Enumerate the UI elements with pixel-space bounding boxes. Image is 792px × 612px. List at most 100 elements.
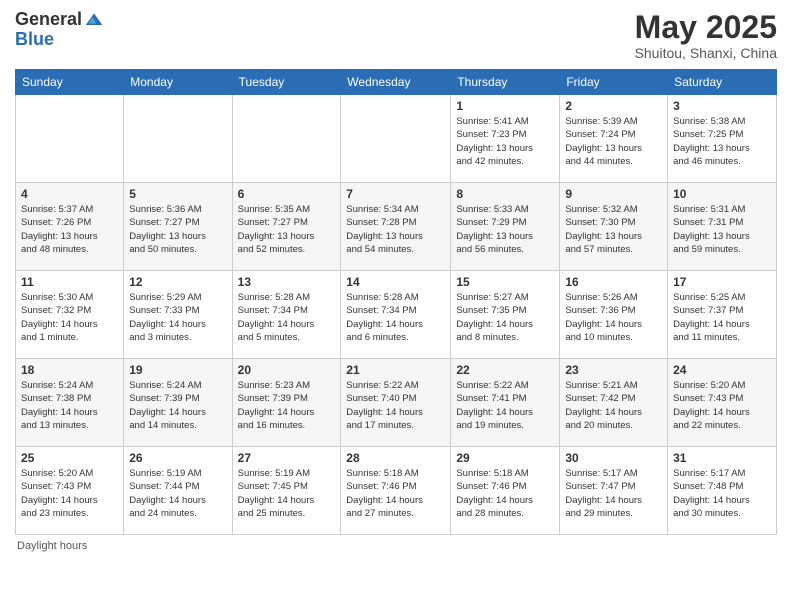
calendar-cell: 11 Sunrise: 5:30 AM Sunset: 7:32 PM Dayli… xyxy=(16,271,124,359)
day-info: Sunrise: 5:18 AM Sunset: 7:46 PM Dayligh… xyxy=(456,467,554,520)
day-number: 6 xyxy=(238,187,336,201)
calendar-cell: 4 Sunrise: 5:37 AM Sunset: 7:26 PM Daylig… xyxy=(16,183,124,271)
day-info: Sunrise: 5:22 AM Sunset: 7:41 PM Dayligh… xyxy=(456,379,554,432)
day-number: 3 xyxy=(673,99,771,113)
calendar-cell: 20 Sunrise: 5:23 AM Sunset: 7:39 PM Dayli… xyxy=(232,359,341,447)
day-number: 8 xyxy=(456,187,554,201)
day-number: 30 xyxy=(565,451,662,465)
day-number: 11 xyxy=(21,275,118,289)
calendar-cell xyxy=(124,95,232,183)
day-number: 17 xyxy=(673,275,771,289)
calendar-table: SundayMondayTuesdayWednesdayThursdayFrid… xyxy=(15,69,777,535)
day-number: 12 xyxy=(129,275,226,289)
calendar-cell xyxy=(232,95,341,183)
day-number: 28 xyxy=(346,451,445,465)
calendar-cell: 16 Sunrise: 5:26 AM Sunset: 7:36 PM Dayli… xyxy=(560,271,668,359)
day-number: 5 xyxy=(129,187,226,201)
calendar-cell: 9 Sunrise: 5:32 AM Sunset: 7:30 PM Daylig… xyxy=(560,183,668,271)
calendar-cell xyxy=(341,95,451,183)
day-info: Sunrise: 5:22 AM Sunset: 7:40 PM Dayligh… xyxy=(346,379,445,432)
calendar-cell: 6Sunrise: 5:35 AM Sunset: 7:27 PM Daylig… xyxy=(232,183,341,271)
day-number: 10 xyxy=(673,187,771,201)
calendar-cell: 30 Sunrise: 5:17 AM Sunset: 7:47 PM Dayli… xyxy=(560,447,668,535)
day-info: Sunrise: 5:24 AM Sunset: 7:39 PM Dayligh… xyxy=(129,379,226,432)
weekday-header-sunday: Sunday xyxy=(16,70,124,95)
day-number: 18 xyxy=(21,363,118,377)
day-number: 2 xyxy=(565,99,662,113)
calendar-cell: 31 Sunrise: 5:17 AM Sunset: 7:48 PM Dayli… xyxy=(668,447,777,535)
day-info: Sunrise: 5:26 AM Sunset: 7:36 PM Dayligh… xyxy=(565,291,662,344)
weekday-header-row: SundayMondayTuesdayWednesdayThursdayFrid… xyxy=(16,70,777,95)
day-info: Sunrise: 5:17 AM Sunset: 7:48 PM Dayligh… xyxy=(673,467,771,520)
header: General Blue May 2025 Shuitou, Shanxi, C… xyxy=(15,10,777,61)
day-number: 31 xyxy=(673,451,771,465)
day-number: 25 xyxy=(21,451,118,465)
weekday-header-thursday: Thursday xyxy=(451,70,560,95)
day-number: 20 xyxy=(238,363,336,377)
day-info: Sunrise: 5:23 AM Sunset: 7:39 PM Dayligh… xyxy=(238,379,336,432)
day-number: 29 xyxy=(456,451,554,465)
day-info: Sunrise: 5:41 AM Sunset: 7:23 PM Dayligh… xyxy=(456,115,554,168)
calendar-cell: 19Sunrise: 5:24 AM Sunset: 7:39 PM Dayli… xyxy=(124,359,232,447)
calendar-cell: 28Sunrise: 5:18 AM Sunset: 7:46 PM Dayli… xyxy=(341,447,451,535)
day-number: 13 xyxy=(238,275,336,289)
calendar-cell: 8 Sunrise: 5:33 AM Sunset: 7:29 PM Daylig… xyxy=(451,183,560,271)
day-info: Sunrise: 5:27 AM Sunset: 7:35 PM Dayligh… xyxy=(456,291,554,344)
day-number: 9 xyxy=(565,187,662,201)
daylight-label: Daylight hours xyxy=(17,540,87,552)
calendar-cell: 27 Sunrise: 5:19 AM Sunset: 7:45 PM Dayli… xyxy=(232,447,341,535)
title-block: May 2025 Shuitou, Shanxi, China xyxy=(635,10,777,61)
weekday-header-saturday: Saturday xyxy=(668,70,777,95)
calendar-cell: 23 Sunrise: 5:21 AM Sunset: 7:42 PM Dayli… xyxy=(560,359,668,447)
day-number: 23 xyxy=(565,363,662,377)
calendar-cell: 24 Sunrise: 5:20 AM Sunset: 7:43 PM Dayli… xyxy=(668,359,777,447)
day-info: Sunrise: 5:20 AM Sunset: 7:43 PM Dayligh… xyxy=(673,379,771,432)
calendar-week-2: 4 Sunrise: 5:37 AM Sunset: 7:26 PM Daylig… xyxy=(16,183,777,271)
day-number: 7 xyxy=(346,187,445,201)
calendar-cell: 18 Sunrise: 5:24 AM Sunset: 7:38 PM Dayli… xyxy=(16,359,124,447)
weekday-header-wednesday: Wednesday xyxy=(341,70,451,95)
day-info: Sunrise: 5:28 AM Sunset: 7:34 PM Dayligh… xyxy=(238,291,336,344)
day-info: Sunrise: 5:25 AM Sunset: 7:37 PM Dayligh… xyxy=(673,291,771,344)
day-info: Sunrise: 5:28 AM Sunset: 7:34 PM Dayligh… xyxy=(346,291,445,344)
calendar-cell: 13 Sunrise: 5:28 AM Sunset: 7:34 PM Dayli… xyxy=(232,271,341,359)
calendar-cell: 14 Sunrise: 5:28 AM Sunset: 7:34 PM Dayli… xyxy=(341,271,451,359)
day-number: 14 xyxy=(346,275,445,289)
footer: Daylight hours xyxy=(15,540,777,552)
day-info: Sunrise: 5:34 AM Sunset: 7:28 PM Dayligh… xyxy=(346,203,445,256)
day-number: 21 xyxy=(346,363,445,377)
calendar-cell: 3 Sunrise: 5:38 AM Sunset: 7:25 PM Daylig… xyxy=(668,95,777,183)
calendar-week-3: 11 Sunrise: 5:30 AM Sunset: 7:32 PM Dayli… xyxy=(16,271,777,359)
weekday-header-tuesday: Tuesday xyxy=(232,70,341,95)
day-number: 4 xyxy=(21,187,118,201)
logo: General Blue xyxy=(15,10,104,50)
day-number: 1 xyxy=(456,99,554,113)
day-number: 22 xyxy=(456,363,554,377)
day-info: Sunrise: 5:38 AM Sunset: 7:25 PM Dayligh… xyxy=(673,115,771,168)
day-info: Sunrise: 5:29 AM Sunset: 7:33 PM Dayligh… xyxy=(129,291,226,344)
day-info: Sunrise: 5:17 AM Sunset: 7:47 PM Dayligh… xyxy=(565,467,662,520)
logo-icon xyxy=(84,10,104,30)
day-number: 24 xyxy=(673,363,771,377)
day-info: Sunrise: 5:31 AM Sunset: 7:31 PM Dayligh… xyxy=(673,203,771,256)
day-info: Sunrise: 5:36 AM Sunset: 7:27 PM Dayligh… xyxy=(129,203,226,256)
day-number: 16 xyxy=(565,275,662,289)
calendar-cell: 12 Sunrise: 5:29 AM Sunset: 7:33 PM Dayli… xyxy=(124,271,232,359)
weekday-header-friday: Friday xyxy=(560,70,668,95)
calendar-cell: 29 Sunrise: 5:18 AM Sunset: 7:46 PM Dayli… xyxy=(451,447,560,535)
day-info: Sunrise: 5:19 AM Sunset: 7:44 PM Dayligh… xyxy=(129,467,226,520)
weekday-header-monday: Monday xyxy=(124,70,232,95)
day-number: 15 xyxy=(456,275,554,289)
day-number: 27 xyxy=(238,451,336,465)
day-info: Sunrise: 5:20 AM Sunset: 7:43 PM Dayligh… xyxy=(21,467,118,520)
day-info: Sunrise: 5:19 AM Sunset: 7:45 PM Dayligh… xyxy=(238,467,336,520)
calendar-cell: 5 Sunrise: 5:36 AM Sunset: 7:27 PM Daylig… xyxy=(124,183,232,271)
logo-general-text: General xyxy=(15,10,82,30)
day-info: Sunrise: 5:32 AM Sunset: 7:30 PM Dayligh… xyxy=(565,203,662,256)
day-info: Sunrise: 5:24 AM Sunset: 7:38 PM Dayligh… xyxy=(21,379,118,432)
day-info: Sunrise: 5:37 AM Sunset: 7:26 PM Dayligh… xyxy=(21,203,118,256)
day-info: Sunrise: 5:30 AM Sunset: 7:32 PM Dayligh… xyxy=(21,291,118,344)
day-info: Sunrise: 5:33 AM Sunset: 7:29 PM Dayligh… xyxy=(456,203,554,256)
day-info: Sunrise: 5:21 AM Sunset: 7:42 PM Dayligh… xyxy=(565,379,662,432)
calendar-cell: 7 Sunrise: 5:34 AM Sunset: 7:28 PM Daylig… xyxy=(341,183,451,271)
